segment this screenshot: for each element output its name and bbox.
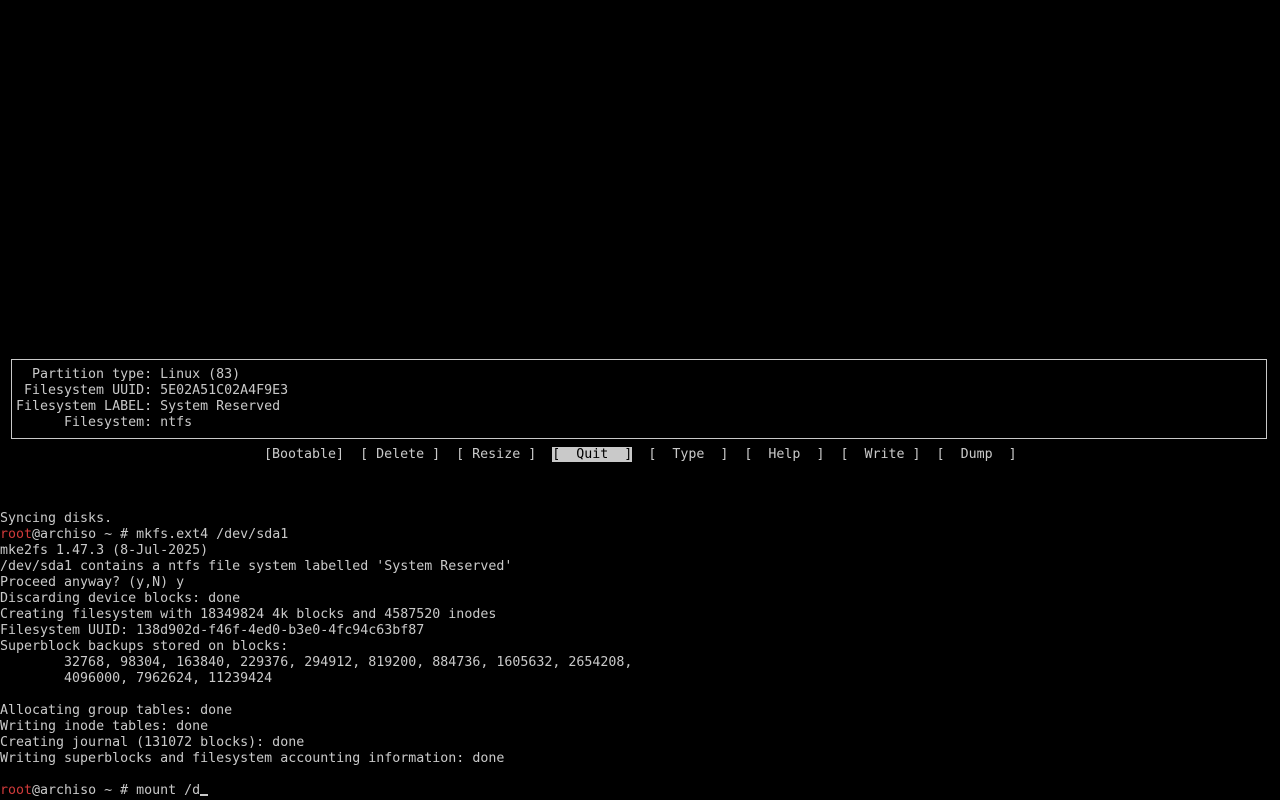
output-line: 32768, 98304, 163840, 229376, 294912, 81… xyxy=(0,655,633,670)
output-line: Syncing disks. xyxy=(0,511,113,526)
partition-info-row: Filesystem: ntfs xyxy=(16,415,192,431)
prompt-host: @archiso ~ # xyxy=(32,527,137,542)
prompt-user: root xyxy=(0,527,33,542)
menu-bootable-button[interactable]: [Bootable] xyxy=(264,447,344,462)
partition-info-row: Partition type: Linux (83) xyxy=(16,367,240,383)
menu-delete-button[interactable]: [ Delete ] xyxy=(360,447,440,462)
partition-info-value: Linux (83) xyxy=(152,367,241,382)
action-menu: [Bootable] [ Delete ] [ Resize ] [ Quit … xyxy=(264,447,1017,463)
output-line: Writing inode tables: done xyxy=(0,719,209,734)
menu-type-button[interactable]: [ Type ] xyxy=(648,447,728,462)
partition-info-value: System Reserved xyxy=(152,399,281,414)
output-line: Writing superblocks and filesystem accou… xyxy=(0,751,505,766)
output-line: Proceed anyway? (y,N) y xyxy=(0,575,185,590)
menu-help-button[interactable]: [ Help ] xyxy=(744,447,824,462)
prompt-host: @archiso ~ # xyxy=(32,783,137,798)
menu-resize-button[interactable]: [ Resize ] xyxy=(456,447,536,462)
partition-info-box: Partition type: Linux (83) Filesystem UU… xyxy=(11,359,1267,439)
partition-info-label: Filesystem: xyxy=(16,415,153,430)
output-line: mke2fs 1.47.3 (8-Jul-2025) xyxy=(0,543,209,558)
output-line: 4096000, 7962624, 11239424 xyxy=(0,671,273,686)
command-text: mkfs.ext4 /dev/sda1 xyxy=(136,527,289,542)
partition-info-label: Filesystem UUID: xyxy=(16,383,153,398)
shell-prompt-line: root@archiso ~ # mkfs.ext4 /dev/sda1 xyxy=(0,527,288,543)
output-line: Creating filesystem with 18349824 4k blo… xyxy=(0,607,497,622)
partition-info-label: Filesystem LABEL: xyxy=(16,399,153,414)
output-line: Filesystem UUID: 138d902d-f46f-4ed0-b3e0… xyxy=(0,623,425,638)
partition-info-label: Partition type: xyxy=(16,367,153,382)
partition-info-row: Filesystem LABEL: System Reserved xyxy=(16,399,280,415)
output-line: /dev/sda1 contains a ntfs file system la… xyxy=(0,559,513,574)
shell-prompt-line[interactable]: root@archiso ~ # mount /d xyxy=(0,783,209,799)
menu-quit-button[interactable]: [ Quit ] xyxy=(552,447,633,462)
output-line: Creating journal (131072 blocks): done xyxy=(0,735,305,750)
partition-info-value: ntfs xyxy=(152,415,193,430)
menu-dump-button[interactable]: [ Dump ] xyxy=(937,447,1017,462)
partition-info-value: 5E02A51C02A4F9E3 xyxy=(152,383,289,398)
output-line: Discarding device blocks: done xyxy=(0,591,241,606)
text-cursor xyxy=(200,794,209,796)
output-line: Superblock backups stored on blocks: xyxy=(0,639,289,654)
command-text: mount /d xyxy=(136,783,201,798)
menu-write-button[interactable]: [ Write ] xyxy=(840,447,920,462)
prompt-user: root xyxy=(0,783,33,798)
output-line: Allocating group tables: done xyxy=(0,703,233,718)
partition-info-row: Filesystem UUID: 5E02A51C02A4F9E3 xyxy=(16,383,288,399)
